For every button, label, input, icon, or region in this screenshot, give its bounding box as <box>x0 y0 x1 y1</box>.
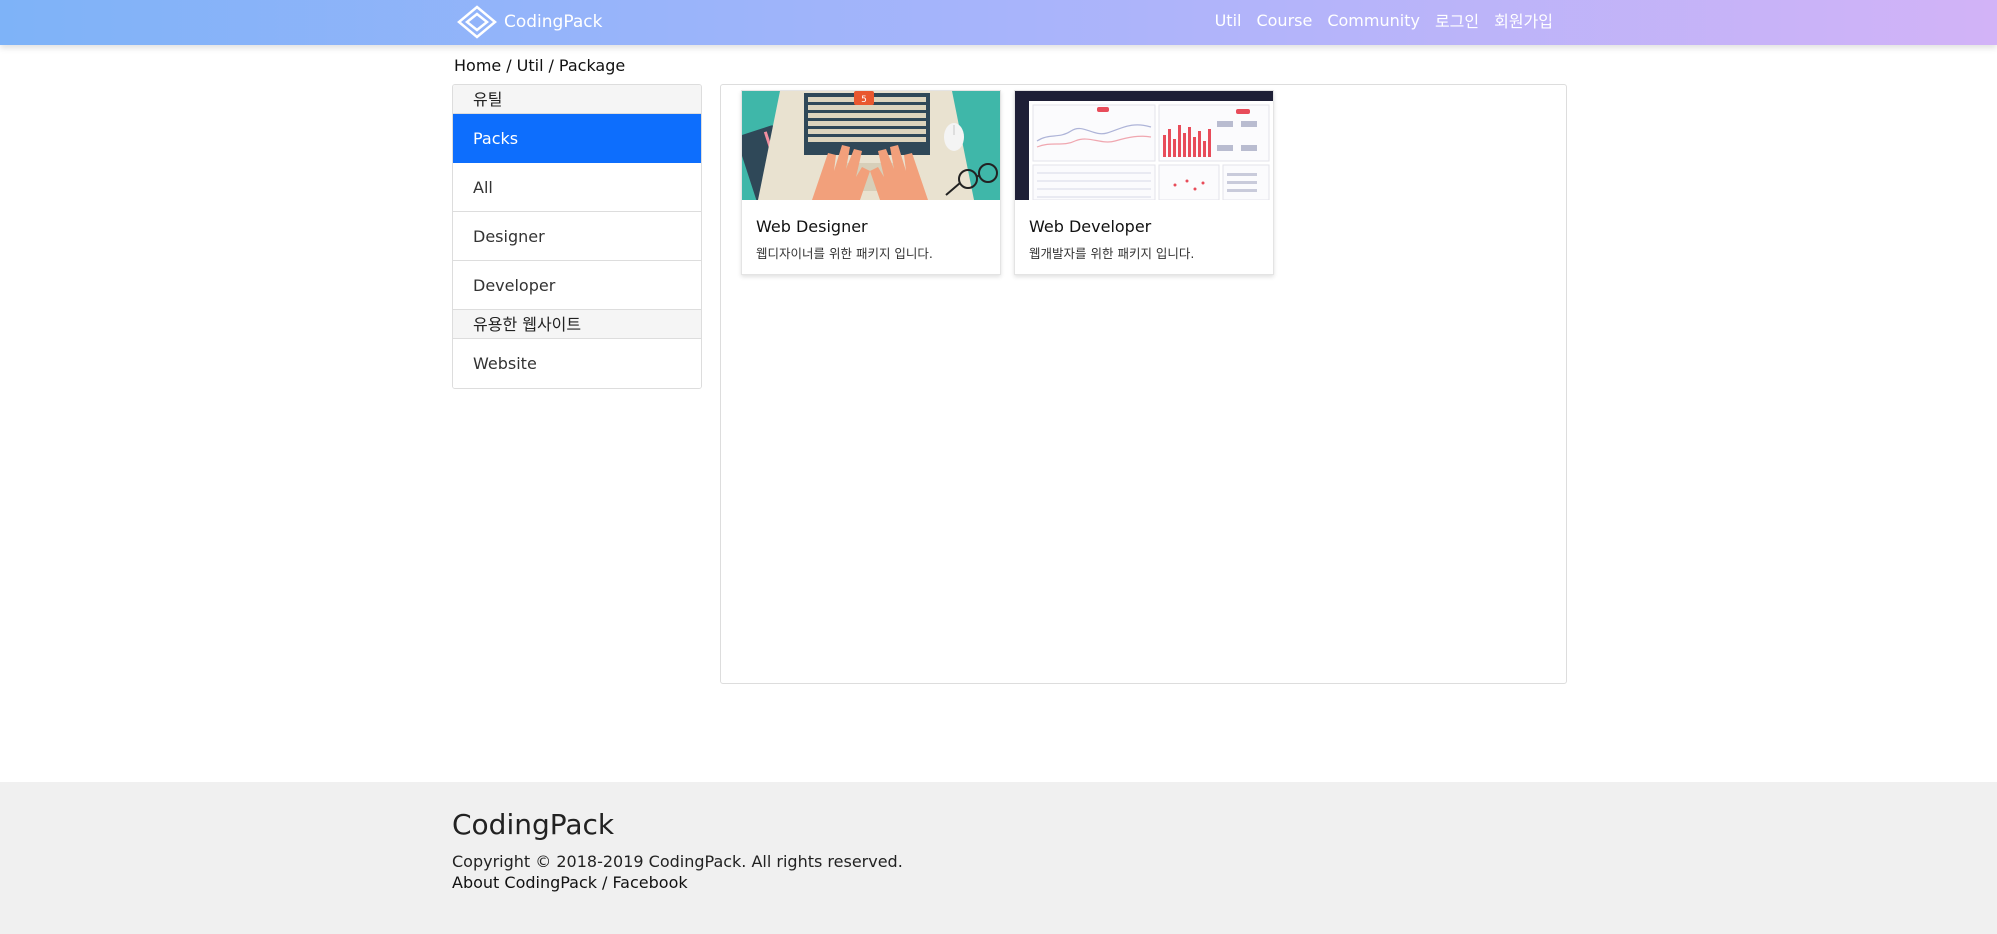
footer-link-facebook[interactable]: Facebook <box>612 873 687 892</box>
card-description: 웹개발자를 위한 패키지 입니다. <box>1029 246 1195 261</box>
footer: CodingPack Copyright © 2018-2019 CodingP… <box>0 782 1997 934</box>
package-card-web-designer[interactable]: 5 Web Designer 웹디자이너를 위한 패키지 입니다. <box>741 90 1001 275</box>
footer-links: About CodingPack / Facebook <box>452 873 688 892</box>
breadcrumb-current: Package <box>558 56 626 75</box>
breadcrumb: Home / Util / Package <box>454 56 625 75</box>
footer-link-separator: / <box>602 873 608 892</box>
breadcrumb-separator: / <box>506 56 512 75</box>
svg-text:5: 5 <box>861 95 867 105</box>
nav-link-course[interactable]: Course <box>1256 11 1312 30</box>
sidebar-item-developer[interactable]: Developer <box>453 261 701 310</box>
card-description: 웹디자이너를 위한 패키지 입니다. <box>756 246 933 261</box>
nav-link-login[interactable]: 로그인 <box>1435 8 1479 32</box>
codingpack-logo-icon <box>457 5 497 39</box>
nav-link-util[interactable]: Util <box>1215 11 1242 30</box>
laptop-typing-illustration: 5 <box>742 91 1000 200</box>
card-title: Web Designer <box>756 217 868 236</box>
sidebar-item-website[interactable]: Website <box>453 339 701 388</box>
nav-links: Util Course Community 로그인 회원가입 <box>1215 0 1553 40</box>
breadcrumb-home[interactable]: Home <box>454 56 501 75</box>
breadcrumb-util[interactable]: Util <box>517 56 544 75</box>
sidebar-section-websites: 유용한 웹사이트 <box>453 310 701 339</box>
sidebar-item-designer[interactable]: Designer <box>453 212 701 261</box>
footer-link-about[interactable]: About CodingPack <box>452 873 597 892</box>
footer-brand: CodingPack <box>452 808 615 841</box>
dashboard-screenshot-illustration <box>1015 91 1273 200</box>
sidebar-item-packs[interactable]: Packs <box>453 114 701 163</box>
top-navbar: CodingPack Util Course Community 로그인 회원가… <box>0 0 1997 45</box>
nav-link-signup[interactable]: 회원가입 <box>1494 8 1553 32</box>
breadcrumb-separator: / <box>548 56 554 75</box>
footer-copyright: Copyright © 2018-2019 CodingPack. All ri… <box>452 852 903 871</box>
brand-name: CodingPack <box>504 12 603 32</box>
nav-link-community[interactable]: Community <box>1327 11 1420 30</box>
package-card-web-developer[interactable]: Web Developer 웹개발자를 위한 패키지 입니다. <box>1014 90 1274 275</box>
package-grid: 5 Web Designer 웹디자이너를 위한 패키지 입니다. Web De… <box>720 84 1567 684</box>
sidebar-item-all[interactable]: All <box>453 163 701 212</box>
card-title: Web Developer <box>1029 217 1152 236</box>
brand-link[interactable]: CodingPack <box>456 3 602 41</box>
sidebar-section-util: 유틸 <box>453 85 701 114</box>
sidebar: 유틸 Packs All Designer Developer 유용한 웹사이트… <box>452 84 702 389</box>
